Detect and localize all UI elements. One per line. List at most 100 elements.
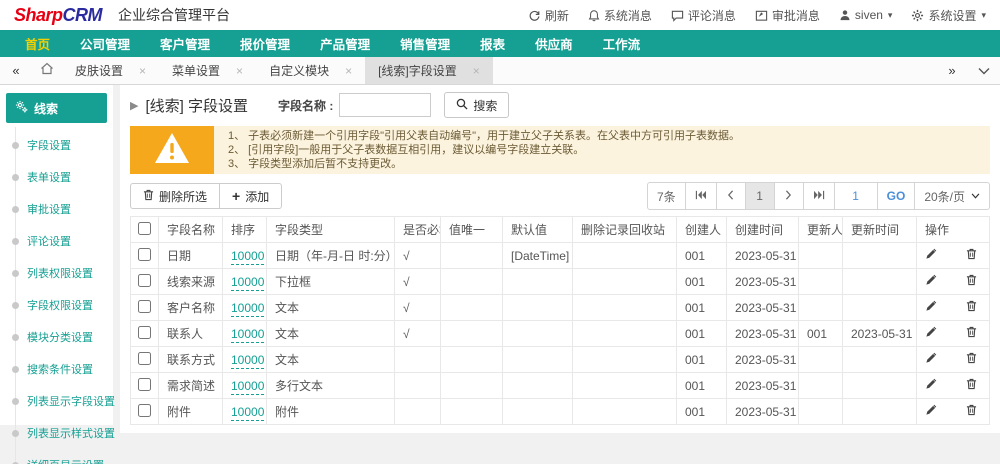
row-checkbox[interactable] (138, 352, 151, 365)
user-menu[interactable]: siven ▾ (839, 8, 893, 22)
cell-operations (917, 399, 990, 425)
approval-messages-button[interactable]: 审批消息 (755, 7, 820, 24)
cell-updater (799, 243, 843, 269)
search-button[interactable]: 搜索 (444, 92, 509, 118)
field-name-input[interactable] (339, 93, 431, 117)
sidebar-menu-item[interactable]: 列表显示样式设置 (16, 417, 113, 449)
delete-icon[interactable] (962, 275, 976, 289)
tab-label: 菜单设置 (172, 62, 220, 79)
order-link[interactable]: 10000 (231, 379, 264, 395)
nav-item[interactable]: 产品管理 (305, 30, 385, 57)
tabs-scroll-left-button[interactable]: « (0, 57, 32, 84)
sidebar-menu-item[interactable]: 字段设置 (16, 129, 113, 161)
delete-icon[interactable] (962, 405, 976, 419)
add-button[interactable]: + 添加 (219, 183, 282, 209)
comment-messages-button[interactable]: 评论消息 (671, 7, 736, 24)
nav-item[interactable]: 工作流 (588, 30, 656, 57)
select-all-checkbox[interactable] (138, 222, 151, 235)
table-toolbar: 删除所选 + 添加 7条 (130, 182, 990, 210)
sidebar-menu-item[interactable]: 模块分类设置 (16, 321, 113, 353)
nav-item[interactable]: 销售管理 (385, 30, 465, 57)
tabs-scroll-right-button[interactable]: » (936, 57, 968, 84)
nav-item[interactable]: 报表 (465, 30, 520, 57)
system-messages-button[interactable]: 系统消息 (588, 7, 652, 24)
sidebar-menu-item[interactable]: 字段权限设置 (16, 289, 113, 321)
delete-icon[interactable] (962, 327, 976, 341)
nav-item[interactable]: 供应商 (520, 30, 588, 57)
system-settings-menu[interactable]: 系统设置 ▾ (911, 7, 986, 24)
order-link[interactable]: 10000 (231, 275, 264, 291)
order-link[interactable]: 10000 (231, 249, 264, 265)
nav-item[interactable]: 首页 (10, 30, 65, 57)
home-tab-button[interactable] (32, 57, 62, 84)
order-link[interactable]: 10000 (231, 353, 264, 369)
edit-icon[interactable] (925, 353, 940, 367)
collapse-caret-icon[interactable]: ▶ (130, 99, 138, 112)
pagination-goto-input[interactable] (835, 183, 877, 209)
pagination-prev-button[interactable] (716, 182, 746, 210)
gear-icon (911, 9, 924, 22)
nav-item[interactable]: 报价管理 (225, 30, 305, 57)
delete-icon[interactable] (962, 379, 976, 393)
close-icon[interactable]: × (139, 64, 146, 78)
bell-icon (588, 9, 600, 22)
delete-selected-button[interactable]: 删除所选 (130, 183, 220, 209)
row-checkbox[interactable] (138, 378, 151, 391)
nav-item[interactable]: 客户管理 (145, 30, 225, 57)
refresh-icon (528, 9, 541, 22)
page-body: 线索 字段设置 表单设置 审批设置 评论设置 列表权限设置 字段权限设置 模块分… (0, 85, 1000, 464)
tabs-menu-button[interactable] (968, 57, 1000, 84)
close-icon[interactable]: × (473, 64, 480, 78)
row-checkbox[interactable] (138, 248, 151, 261)
close-icon[interactable]: × (345, 64, 352, 78)
column-header-updated: 更新时间 (843, 217, 917, 243)
cell-operations (917, 269, 990, 295)
sidebar-menu-item[interactable]: 评论设置 (16, 225, 113, 257)
pagination-last-button[interactable] (803, 182, 835, 210)
tab[interactable]: 皮肤设置 × (62, 57, 159, 84)
tab[interactable]: [线索]字段设置 × (365, 57, 493, 84)
order-link[interactable]: 10000 (231, 405, 264, 421)
edit-icon[interactable] (925, 301, 940, 315)
delete-icon[interactable] (962, 353, 976, 367)
order-link[interactable]: 10000 (231, 327, 264, 343)
cell-creator: 001 (677, 243, 727, 269)
order-link[interactable]: 10000 (231, 301, 264, 317)
delete-icon[interactable] (962, 301, 976, 315)
edit-icon[interactable] (925, 379, 940, 393)
row-checkbox[interactable] (138, 326, 151, 339)
row-checkbox[interactable] (138, 274, 151, 287)
cell-field-name: 客户名称 (159, 295, 223, 321)
main-nav: 首页 公司管理 客户管理 报价管理 产品管理 销售管理 报表 供应商 工作流 (0, 30, 1000, 57)
app-logo: SharpCRM (14, 5, 102, 26)
edit-icon[interactable] (925, 405, 940, 419)
page-size-select[interactable]: 20条/页 (914, 182, 990, 210)
cell-creator: 001 (677, 321, 727, 347)
close-icon[interactable]: × (236, 64, 243, 78)
sidebar-module-header[interactable]: 线索 (6, 93, 107, 123)
logo-text-sharp: Sharp (14, 5, 63, 25)
delete-icon[interactable] (962, 249, 976, 263)
pagination-first-button[interactable] (685, 182, 717, 210)
tab[interactable]: 自定义模块 × (256, 57, 365, 84)
sidebar-menu-item[interactable]: 详细页显示设置 (16, 449, 113, 464)
sidebar-menu-item[interactable]: 表单设置 (16, 161, 113, 193)
edit-icon[interactable] (925, 327, 940, 341)
row-checkbox[interactable] (138, 300, 151, 313)
sidebar-menu-item[interactable]: 审批设置 (16, 193, 113, 225)
nav-item[interactable]: 公司管理 (65, 30, 145, 57)
pagination-next-button[interactable] (774, 182, 804, 210)
tab[interactable]: 菜单设置 × (159, 57, 256, 84)
sidebar-menu-item[interactable]: 列表权限设置 (16, 257, 113, 289)
app-window: SharpCRM 企业综合管理平台 刷新 系统消息 评论消息 (0, 0, 1000, 464)
pagination-go-button[interactable]: GO (877, 182, 916, 210)
sidebar-menu-item[interactable]: 列表显示字段设置 (16, 385, 113, 417)
cell-recycle (573, 373, 677, 399)
refresh-button[interactable]: 刷新 (528, 7, 569, 24)
sidebar-menu-item[interactable]: 搜索条件设置 (16, 353, 113, 385)
edit-icon[interactable] (925, 275, 940, 289)
row-checkbox[interactable] (138, 404, 151, 417)
user-icon (839, 9, 851, 21)
edit-icon[interactable] (925, 249, 940, 263)
pagination-current-page[interactable]: 1 (745, 182, 775, 210)
